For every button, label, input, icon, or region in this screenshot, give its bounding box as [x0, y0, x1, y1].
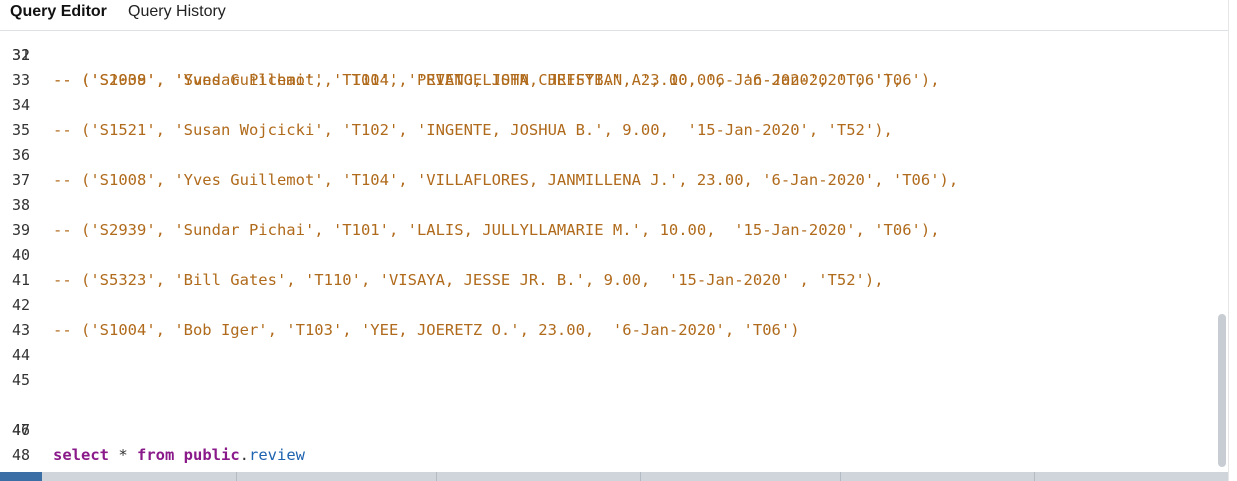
panel-edge	[1228, 0, 1237, 481]
code-line-33[interactable]: 33 -- ('S2939', 'Sundar Pichai', 'T101', …	[0, 68, 1228, 93]
line-number: 44	[11, 346, 30, 364]
code-line-43[interactable]: 43 -- ('S1004', 'Bob Iger', 'T103', 'YEE,…	[0, 318, 1228, 343]
keyword-select: select	[53, 446, 109, 464]
line-number: 33	[11, 71, 30, 89]
divider	[1034, 472, 1035, 481]
divider	[436, 472, 437, 481]
editor-tab-bar: Query Editor Query History	[0, 0, 1228, 31]
code-text: -- ('S2939', 'Sundar Pichai', 'T101', 'L…	[53, 221, 940, 239]
code-line-37[interactable]: 37 -- ('S1008', 'Yves Guillemot', 'T104',…	[0, 168, 1228, 193]
code-line-34[interactable]: 34	[0, 93, 1228, 118]
sql-editor[interactable]: 31 -- ('S1008', 'Yves Guillemot', 'T104'…	[0, 0, 1228, 470]
code-line-42[interactable]: 42	[0, 293, 1228, 318]
code-text: -- ('S1004', 'Bob Iger', 'T103', 'YEE, J…	[53, 321, 800, 339]
line-number: 43	[11, 321, 30, 339]
code-line-39[interactable]: 39 -- ('S2939', 'Sundar Pichai', 'T101', …	[0, 218, 1228, 243]
code-text: -- ('S2939', 'Sundar Pichai', 'T101', 'P…	[53, 71, 940, 89]
code-line-45[interactable]: 45	[0, 368, 1228, 393]
horizontal-scrollbar[interactable]	[0, 472, 1237, 481]
code-line-47[interactable]: 47	[0, 418, 1228, 443]
code-line-35[interactable]: 35 -- ('S1521', 'Susan Wojcicki', 'T102',…	[0, 118, 1228, 143]
query-tool: 31 -- ('S1008', 'Yves Guillemot', 'T104'…	[0, 0, 1237, 481]
keyword-from: from	[137, 446, 175, 464]
code-line-36[interactable]: 36	[0, 143, 1228, 168]
line-number: 41	[11, 271, 30, 289]
code-line-40[interactable]: 40	[0, 243, 1228, 268]
code-line-46[interactable]: 46 select * from public.review	[0, 393, 1228, 464]
code-text: -- ('S5323', 'Bill Gates', 'T110', 'VISA…	[53, 271, 884, 289]
line-number: 36	[11, 146, 30, 164]
code-line-38[interactable]: 38	[0, 193, 1228, 218]
table-name: review	[249, 446, 306, 464]
code-line-32[interactable]: 32	[0, 43, 1228, 68]
vertical-scrollbar-thumb[interactable]	[1218, 314, 1226, 467]
horizontal-scrollbar-thumb[interactable]	[0, 472, 42, 481]
line-number: 38	[11, 196, 30, 214]
select-star: *	[109, 446, 137, 464]
line-number: 40	[11, 246, 30, 264]
tab-query-editor[interactable]: Query Editor	[10, 0, 107, 30]
divider	[640, 472, 641, 481]
line-number: 42	[11, 296, 30, 314]
divider	[236, 472, 237, 481]
sql-select-statement: select * from public.review	[53, 443, 305, 468]
dot: .	[239, 446, 250, 464]
schema-name: public	[183, 446, 240, 464]
line-number: 32	[11, 46, 30, 64]
code-line-41[interactable]: 41 -- ('S5323', 'Bill Gates', 'T110', 'VI…	[0, 268, 1228, 293]
line-number: 34	[11, 96, 30, 114]
line-number: 35	[11, 121, 30, 139]
line-number: 45	[11, 371, 30, 389]
line-number: 37	[11, 171, 30, 189]
tab-query-history[interactable]: Query History	[128, 0, 226, 30]
code-line-44[interactable]: 44	[0, 343, 1228, 368]
line-number: 39	[11, 221, 30, 239]
code-text: -- ('S1008', 'Yves Guillemot', 'T104', '…	[53, 171, 959, 189]
line-number: 46	[11, 421, 30, 439]
divider	[840, 472, 841, 481]
code-text: -- ('S1521', 'Susan Wojcicki', 'T102', '…	[53, 121, 893, 139]
